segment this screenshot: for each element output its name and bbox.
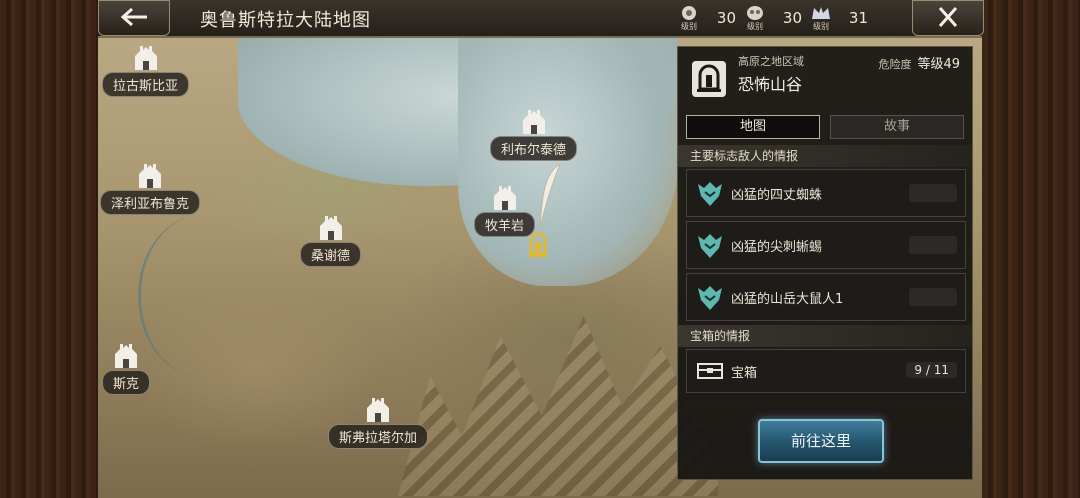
left-frame [0,0,98,498]
panel-tabs: 地图 故事 [686,115,964,141]
danger-level: 危险度 等级49 [878,53,960,72]
close-button[interactable] [912,0,984,36]
enemy-name: 凶猛的尖刺蜥蜴 [731,240,823,255]
castle-icon [367,398,389,422]
castle-icon [493,186,516,210]
enemy-row[interactable]: 凶猛的四丈蜘蛛 [686,169,966,217]
rank-badge-icon [682,6,696,20]
castle-icon [134,46,157,70]
level-value: 31 [848,9,868,27]
location-muyangyan[interactable]: 牧羊岩 [474,184,536,237]
region-emblem-icon [692,61,726,97]
location-libuertaide[interactable]: 利布尔泰德 [490,108,578,161]
castle-icon [522,110,545,134]
skull-badge-icon [747,6,763,20]
close-x-icon [938,7,958,27]
region-info-panel: 高原之地区域 恐怖山谷 危险度 等级49 地图 故事 主要标志敌人的情报 凶猛的四… [677,46,973,480]
page-title: 奥鲁斯特拉大陆地图 [200,10,371,31]
chest-row[interactable]: 宝箱 9 / 11 [686,349,966,393]
level-indicator: 级别 30 [676,4,736,32]
region-name: 恐怖山谷 [738,75,803,94]
level-indicator: 级别 31 [808,4,868,32]
quill-icon [539,162,561,229]
enemy-name: 凶猛的山岳大鼠人1 [731,292,844,307]
tab-story[interactable]: 故事 [830,115,964,139]
location-zeliabruk[interactable]: 泽利亚布鲁克 [100,162,201,215]
danger-value: 等级49 [917,57,960,72]
castle-icon [139,164,161,188]
tab-map[interactable]: 地图 [686,115,820,139]
location-label: 斯克 [102,370,151,395]
location-sike[interactable]: 斯克 [102,342,151,395]
treasure-chest-icon [697,363,723,379]
monster-emblem-icon [698,234,722,258]
sea-inlet [458,36,678,286]
castle-icon [319,216,342,240]
location-label: 斯弗拉塔尔加 [328,424,429,449]
level-indicators: 级别 30 级别 30 级别 31 [676,4,868,32]
enemy-row[interactable]: 凶猛的尖刺蜥蜴 [686,221,966,269]
level-caption: 级别 [681,22,697,31]
location-label: 利布尔泰德 [490,136,578,161]
monster-emblem-icon [698,182,722,206]
location-label: 拉古斯比亚 [102,72,190,97]
enemy-row[interactable]: 凶猛的山岳大鼠人1 [686,273,966,321]
monster-emblem-icon [698,286,722,310]
region-subtitle: 高原之地区域 [738,55,804,68]
river [138,216,261,376]
level-value: 30 [782,9,802,27]
enemy-section-title: 主要标志敌人的情报 [678,145,972,167]
location-sifulatargar[interactable]: 斯弗拉塔尔加 [328,396,429,449]
level-caption: 级别 [813,22,829,31]
location-lagusbia[interactable]: 拉古斯比亚 [102,44,190,97]
danger-label: 危险度 [878,58,912,71]
arrow-left-icon [120,7,147,27]
crown-badge-icon [812,7,830,19]
castle-icon [115,344,137,368]
level-caption: 级别 [747,22,763,31]
location-label: 泽利亚布鲁克 [100,190,201,215]
location-label: 牧羊岩 [474,212,536,237]
chest-section-title: 宝箱的情报 [678,325,972,347]
right-frame [982,0,1080,498]
destination-marker-icon[interactable] [528,232,548,258]
chest-name: 宝箱 [731,366,758,381]
mountain-range [398,316,718,496]
location-sangshede[interactable]: 桑谢德 [300,214,362,267]
location-label: 桑谢德 [300,242,362,267]
enemy-status-bar [909,184,957,202]
region-header: 高原之地区域 恐怖山谷 危险度 等级49 [686,51,964,103]
level-indicator: 级别 30 [742,4,802,32]
level-value: 30 [716,9,736,27]
enemy-status-bar [909,288,957,306]
go-here-button[interactable]: 前往这里 [758,419,884,463]
chest-count: 9 / 11 [906,362,957,378]
enemy-name: 凶猛的四丈蜘蛛 [731,188,823,203]
back-button[interactable] [98,0,170,36]
enemy-status-bar [909,236,957,254]
